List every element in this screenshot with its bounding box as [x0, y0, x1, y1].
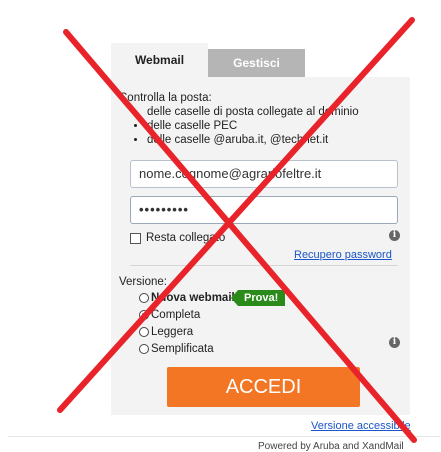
stay-logged-checkbox[interactable] — [130, 232, 141, 244]
version-option-completa[interactable]: Completa — [139, 308, 200, 322]
option-label: Semplificata — [151, 343, 214, 355]
login-panel: Controlla la posta: delle caselle di pos… — [111, 77, 410, 415]
version-option-leggera[interactable]: Leggera — [139, 325, 193, 339]
powered-by-text: Powered by Aruba and XandMail — [258, 441, 404, 452]
stay-logged-row[interactable]: Resta collegato — [130, 232, 225, 244]
tab-gestisci[interactable]: Gestisci — [208, 49, 305, 77]
stay-logged-label: Resta collegato — [146, 232, 226, 244]
version-option-nuova[interactable]: Nuova webmail — [139, 291, 235, 305]
prova-badge: Prova! — [230, 290, 286, 306]
version-label: Versione: — [119, 276, 167, 288]
info-icon[interactable]: i — [389, 230, 400, 241]
divider — [130, 265, 398, 266]
accessible-version-link[interactable]: Versione accessibile — [311, 420, 411, 432]
intro-item: delle caselle @aruba.it, @technet.it — [147, 133, 359, 147]
recover-password-link[interactable]: Recupero password — [294, 249, 392, 261]
option-label: Nuova webmail — [151, 292, 235, 304]
radio-completa[interactable] — [139, 310, 149, 320]
accedi-button[interactable]: ACCEDI — [167, 367, 360, 407]
radio-leggera[interactable] — [139, 327, 149, 337]
radio-nuova[interactable] — [139, 293, 149, 303]
intro-list: delle caselle di posta collegate al domi… — [119, 105, 359, 147]
email-field[interactable]: nome.cognome@agrariofeltre.it — [130, 160, 398, 188]
intro-item: delle caselle di posta collegate al domi… — [147, 105, 359, 119]
radio-semplificata[interactable] — [139, 344, 149, 354]
tab-webmail[interactable]: Webmail — [111, 43, 208, 77]
version-option-semplificata[interactable]: Semplificata — [139, 342, 214, 356]
intro-heading: Controlla la posta: — [119, 92, 212, 104]
option-label: Completa — [151, 309, 201, 321]
intro-text: Controlla la posta: delle caselle di pos… — [119, 91, 359, 147]
intro-item: delle caselle PEC — [147, 119, 359, 133]
info-icon[interactable]: i — [389, 337, 400, 348]
footer-divider — [8, 436, 440, 437]
password-field[interactable]: ••••••••• — [130, 196, 398, 224]
option-label: Leggera — [151, 326, 194, 338]
